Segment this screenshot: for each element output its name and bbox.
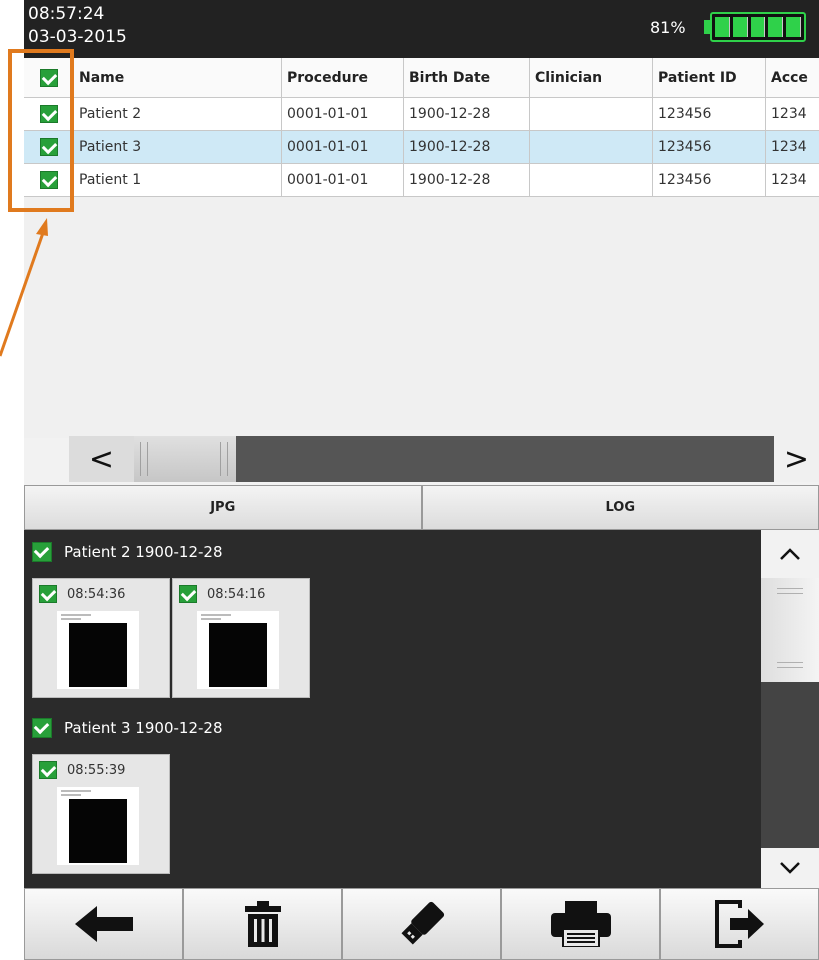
cell-procedure: 0001-01-01 bbox=[282, 131, 404, 163]
back-button[interactable] bbox=[24, 888, 183, 960]
scroll-thumb[interactable] bbox=[761, 578, 819, 682]
cell-birth-date: 1900-12-28 bbox=[404, 131, 530, 163]
back-arrow-icon bbox=[74, 906, 133, 942]
group-header[interactable]: Patient 2 1900-12-28 bbox=[32, 542, 222, 562]
column-header-name[interactable]: Name bbox=[74, 58, 282, 97]
table-header: Name Procedure Birth Date Clinician Pati… bbox=[24, 58, 819, 98]
trash-icon bbox=[244, 901, 281, 947]
vertical-scrollbar[interactable] bbox=[761, 530, 819, 888]
horizontal-scrollbar[interactable]: < > bbox=[69, 436, 819, 482]
export-icon bbox=[714, 900, 764, 948]
screenshot-preview bbox=[57, 611, 139, 689]
scroll-up-button[interactable] bbox=[761, 530, 819, 578]
annotation-highlight-box bbox=[8, 49, 74, 212]
thumbnail-time: 08:55:39 bbox=[67, 762, 126, 778]
table-row[interactable]: Patient 3 0001-01-01 1900-12-28 123456 1… bbox=[24, 131, 819, 164]
table-row[interactable]: Patient 1 0001-01-01 1900-12-28 123456 1… bbox=[24, 164, 819, 197]
column-header-clinician[interactable]: Clinician bbox=[530, 58, 653, 97]
cell-name: Patient 1 bbox=[74, 164, 282, 196]
checkbox-checked-icon[interactable] bbox=[179, 585, 197, 603]
cell-birth-date: 1900-12-28 bbox=[404, 164, 530, 196]
image-thumbnail[interactable]: 08:54:16 bbox=[172, 578, 310, 698]
group-title: Patient 2 1900-12-28 bbox=[64, 543, 223, 561]
tab-log[interactable]: LOG bbox=[421, 485, 819, 530]
printer-icon bbox=[550, 901, 611, 947]
cell-name: Patient 2 bbox=[74, 98, 282, 130]
usb-drive-icon bbox=[400, 901, 444, 945]
scroll-right-button[interactable]: > bbox=[774, 436, 819, 482]
usb-export-button[interactable] bbox=[342, 888, 501, 960]
group-title: Patient 3 1900-12-28 bbox=[64, 719, 223, 737]
checkbox-checked-icon[interactable] bbox=[32, 718, 52, 738]
screenshot-preview bbox=[197, 611, 279, 689]
table-row[interactable]: Patient 2 0001-01-01 1900-12-28 123456 1… bbox=[24, 98, 819, 131]
clock-time: 08:57:24 bbox=[28, 4, 105, 24]
cell-clinician bbox=[530, 164, 653, 196]
tab-jpg[interactable]: JPG bbox=[24, 485, 422, 530]
print-button[interactable] bbox=[501, 888, 660, 960]
chevron-left-icon: < bbox=[88, 441, 115, 477]
checkbox-checked-icon[interactable] bbox=[32, 542, 52, 562]
grip-icon bbox=[777, 588, 803, 594]
cell-accession: 1234 bbox=[771, 172, 807, 188]
scroll-down-button[interactable] bbox=[761, 848, 819, 888]
column-header-accession[interactable]: Acce bbox=[766, 58, 819, 97]
cell-clinician bbox=[530, 131, 653, 163]
cell-accession: 1234 bbox=[771, 139, 807, 155]
export-button[interactable] bbox=[660, 888, 819, 960]
scroll-left-button[interactable]: < bbox=[69, 436, 134, 482]
cell-procedure: 0001-01-01 bbox=[282, 98, 404, 130]
grip-icon bbox=[220, 442, 228, 476]
cell-patient-id: 123456 bbox=[653, 164, 766, 196]
chevron-down-icon bbox=[780, 862, 800, 874]
chevron-up-icon bbox=[780, 548, 800, 560]
cell-birth-date: 1900-12-28 bbox=[404, 98, 530, 130]
column-header-patient-id[interactable]: Patient ID bbox=[653, 58, 766, 97]
battery-icon bbox=[710, 12, 806, 42]
cell-clinician bbox=[530, 98, 653, 130]
status-bar: 08:57:24 03-03-2015 81% bbox=[24, 0, 819, 58]
screenshot-preview bbox=[57, 787, 139, 865]
cell-patient-id: 123456 bbox=[653, 98, 766, 130]
cell-patient-id: 123456 bbox=[653, 131, 766, 163]
delete-button[interactable] bbox=[183, 888, 342, 960]
scroll-thumb[interactable] bbox=[134, 436, 236, 482]
device-screen: 08:57:24 03-03-2015 81% Name Procedure B… bbox=[24, 0, 819, 960]
grip-icon bbox=[777, 662, 803, 668]
cell-accession: 1234 bbox=[771, 106, 807, 122]
clock-date: 03-03-2015 bbox=[28, 27, 127, 47]
checkbox-checked-icon[interactable] bbox=[39, 585, 57, 603]
thumbnail-time: 08:54:16 bbox=[207, 586, 266, 602]
bottom-toolbar bbox=[24, 888, 819, 960]
image-thumbnail[interactable]: 08:55:39 bbox=[32, 754, 170, 874]
group-header[interactable]: Patient 3 1900-12-28 bbox=[32, 718, 222, 738]
cell-name: Patient 3 bbox=[74, 131, 282, 163]
chevron-right-icon: > bbox=[783, 441, 810, 477]
battery-percent: 81% bbox=[650, 18, 686, 37]
patient-table: Name Procedure Birth Date Clinician Pati… bbox=[24, 58, 819, 438]
file-type-tabs: JPG LOG bbox=[24, 485, 819, 530]
thumbnail-time: 08:54:36 bbox=[67, 586, 126, 602]
grip-icon bbox=[140, 442, 148, 476]
image-gallery: Patient 2 1900-12-28 08:54:36 08:54:16 P… bbox=[24, 530, 761, 888]
column-header-birth-date[interactable]: Birth Date bbox=[404, 58, 530, 97]
checkbox-checked-icon[interactable] bbox=[39, 761, 57, 779]
column-header-procedure[interactable]: Procedure bbox=[282, 58, 404, 97]
cell-procedure: 0001-01-01 bbox=[282, 164, 404, 196]
image-thumbnail[interactable]: 08:54:36 bbox=[32, 578, 170, 698]
